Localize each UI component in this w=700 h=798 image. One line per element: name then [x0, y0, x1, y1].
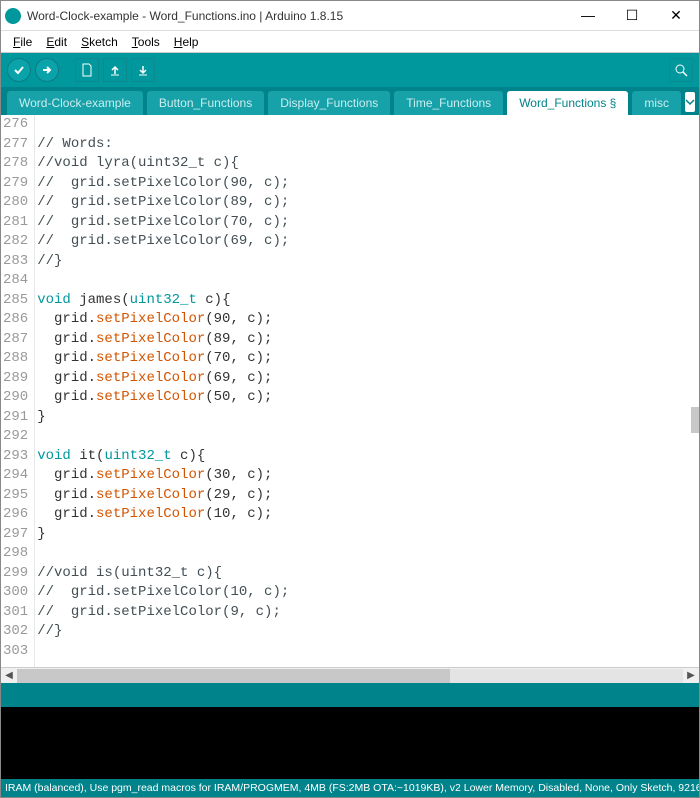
- menu-sketch[interactable]: Sketch: [75, 33, 124, 51]
- minimize-button[interactable]: —: [575, 7, 601, 24]
- close-button[interactable]: ✕: [663, 7, 689, 24]
- scroll-right-button[interactable]: ▶: [683, 670, 699, 681]
- tabs-dropdown-button[interactable]: [685, 92, 695, 112]
- arrow-right-icon: [41, 64, 53, 76]
- arrow-down-icon: [137, 64, 149, 76]
- menu-help[interactable]: Help: [168, 33, 205, 51]
- tab-button-functions[interactable]: Button_Functions: [147, 91, 264, 115]
- menu-file[interactable]: File: [7, 33, 38, 51]
- console-output: [1, 707, 699, 779]
- horizontal-scrollbar[interactable]: ◀ ▶: [1, 667, 699, 683]
- menu-bar: File Edit Sketch Tools Help: [1, 31, 699, 53]
- tab-strip: Word-Clock-exampleButton_FunctionsDispla…: [1, 87, 699, 115]
- menu-edit[interactable]: Edit: [40, 33, 73, 51]
- new-sketch-button[interactable]: [75, 58, 99, 82]
- window-title: Word-Clock-example - Word_Functions.ino …: [27, 9, 575, 23]
- tab-misc[interactable]: misc: [632, 91, 681, 115]
- chevron-down-icon: [685, 97, 695, 107]
- vertical-scrollbar-thumb[interactable]: [691, 407, 699, 433]
- tab-word-functions-[interactable]: Word_Functions §: [507, 91, 628, 115]
- status-bar: IRAM (balanced), Use pgm_read macros for…: [1, 779, 699, 797]
- magnifier-icon: [674, 63, 688, 77]
- tab-display-functions[interactable]: Display_Functions: [268, 91, 390, 115]
- arrow-up-icon: [109, 64, 121, 76]
- maximize-button[interactable]: ☐: [619, 7, 645, 24]
- verify-button[interactable]: [7, 58, 31, 82]
- tab-time-functions[interactable]: Time_Functions: [394, 91, 503, 115]
- open-sketch-button[interactable]: [103, 58, 127, 82]
- window-controls: — ☐ ✕: [575, 7, 689, 24]
- file-icon: [81, 63, 93, 77]
- check-icon: [13, 64, 25, 76]
- tab-word-clock-example[interactable]: Word-Clock-example: [7, 91, 143, 115]
- scroll-track[interactable]: [17, 669, 683, 683]
- line-number-gutter: 276 277 278 279 280 281 282 283 284 285 …: [1, 115, 35, 667]
- status-text: IRAM (balanced), Use pgm_read macros for…: [5, 782, 699, 794]
- scroll-left-button[interactable]: ◀: [1, 670, 17, 681]
- save-sketch-button[interactable]: [131, 58, 155, 82]
- menu-tools[interactable]: Tools: [126, 33, 166, 51]
- scroll-thumb[interactable]: [17, 669, 450, 683]
- window-titlebar: Word-Clock-example - Word_Functions.ino …: [1, 1, 699, 31]
- code-area[interactable]: // Words://void lyra(uint32_t c){// grid…: [35, 115, 699, 667]
- serial-monitor-button[interactable]: [669, 58, 693, 82]
- code-editor[interactable]: 276 277 278 279 280 281 282 283 284 285 …: [1, 115, 699, 667]
- arduino-logo-icon: [5, 8, 21, 24]
- upload-button[interactable]: [35, 58, 59, 82]
- toolbar: [1, 53, 699, 87]
- console-divider[interactable]: [1, 683, 699, 707]
